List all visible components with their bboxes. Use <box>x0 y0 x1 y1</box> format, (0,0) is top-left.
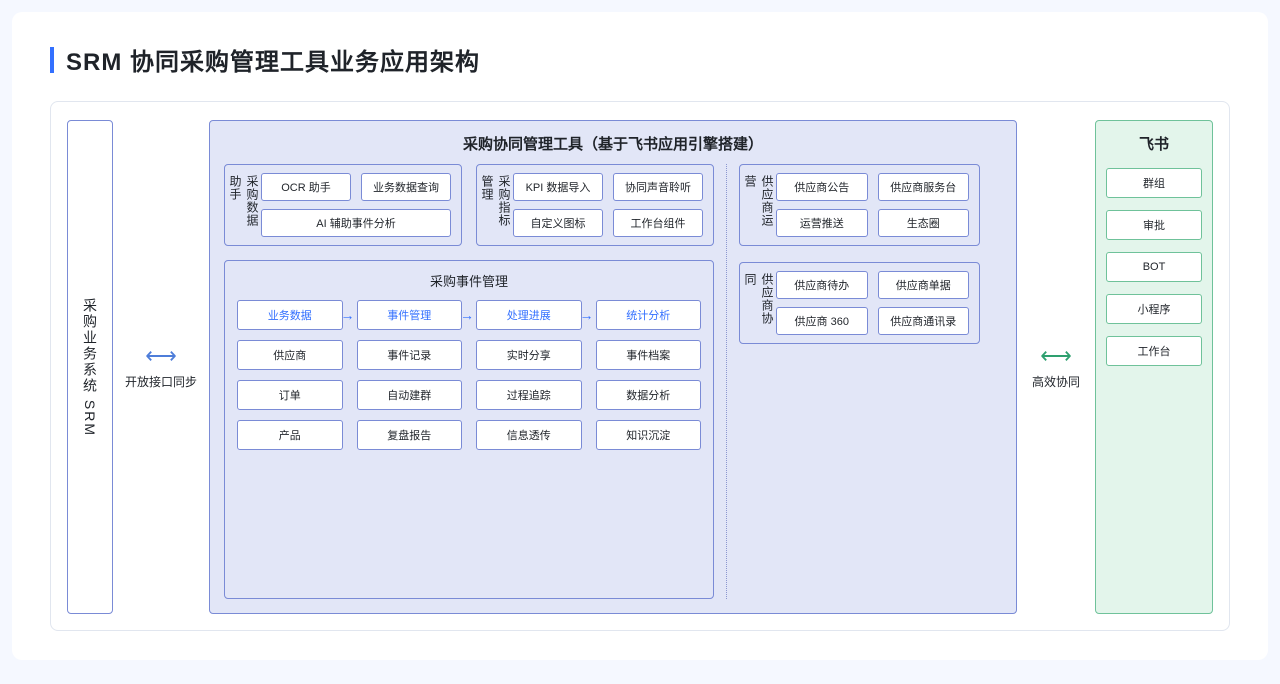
center-right-column: 供应商运营 供应商公告 供应商服务台 运营推送 生态圈 <box>726 164 980 599</box>
page-title: SRM 协同采购管理工具业务应用架构 <box>66 42 480 77</box>
flow-event-mgmt: 事件管理→ <box>357 300 463 330</box>
metric-grid: KPI 数据导入 协同声音聆听 自定义图标 工作台组件 <box>505 173 703 237</box>
center-body: 采购数据助手 OCR 助手 业务数据查询 AI 辅助事件分析 <box>224 164 1002 599</box>
arrow-right-icon: → <box>580 307 594 323</box>
srm-label: 采购业务系统 SRM <box>80 298 100 437</box>
flow-bizdata: 业务数据→ <box>237 300 343 330</box>
bidirectional-arrow-icon: ⟷ <box>145 345 177 367</box>
supplier-collab-grid: 供应商待办 供应商单据 供应商 360 供应商通讯录 <box>768 271 969 335</box>
feishu-items: 群组 审批 BOT 小程序 工作台 <box>1106 168 1202 366</box>
supplier-collab-label-wrap: 供应商协同 <box>750 271 768 335</box>
cell-supplier-doc: 供应商单据 <box>878 271 970 299</box>
evt-record: 事件记录 <box>357 340 463 370</box>
flow-progress: 处理进展→ <box>476 300 582 330</box>
feishu-panel: 飞书 群组 审批 BOT 小程序 工作台 <box>1095 120 1213 614</box>
evt-data-analysis: 数据分析 <box>596 380 702 410</box>
arrow-right-icon: → <box>460 307 474 323</box>
cell-supplier-360: 供应商 360 <box>776 307 868 335</box>
cell-custom-icon: 自定义图标 <box>513 209 603 237</box>
evt-supplier: 供应商 <box>237 340 343 370</box>
evt-review: 复盘报告 <box>357 420 463 450</box>
cell-bizdata-query: 业务数据查询 <box>361 173 451 201</box>
cell-supplier-todo: 供应商待办 <box>776 271 868 299</box>
feishu-item-workbench: 工作台 <box>1106 336 1202 366</box>
center-title: 采购协同管理工具（基于飞书应用引擎搭建） <box>224 133 1002 154</box>
supplier-ops-box: 供应商运营 供应商公告 供应商服务台 运营推送 生态圈 <box>739 164 980 246</box>
evt-product: 产品 <box>237 420 343 450</box>
procurement-tool-panel: 采购协同管理工具（基于飞书应用引擎搭建） 采购数据助手 OCR 助手 <box>209 120 1017 614</box>
evt-tracking: 过程追踪 <box>476 380 582 410</box>
event-grid: 业务数据→ 事件管理→ 处理进展→ 统计分析 供应商 事件记录 实时分享 事件档… <box>237 300 701 450</box>
evt-share: 实时分享 <box>476 340 582 370</box>
arrow-right-icon: → <box>341 307 355 323</box>
cell-ops-push: 运营推送 <box>776 209 868 237</box>
cell-kpi-import: KPI 数据导入 <box>513 173 603 201</box>
cell-supplier-announce: 供应商公告 <box>776 173 868 201</box>
title-row: SRM 协同采购管理工具业务应用架构 <box>50 42 1230 77</box>
center-left-column: 采购数据助手 OCR 助手 业务数据查询 AI 辅助事件分析 <box>224 164 714 599</box>
top-subbox-row: 采购数据助手 OCR 助手 业务数据查询 AI 辅助事件分析 <box>224 164 714 246</box>
cell-ocr: OCR 助手 <box>261 173 351 201</box>
evt-info-relay: 信息透传 <box>476 420 582 450</box>
feishu-title: 飞书 <box>1139 133 1169 154</box>
connector-right-label: 高效协同 <box>1032 373 1080 390</box>
connector-right: ⟷ 高效协同 <box>1021 120 1091 614</box>
connector-left: ⟷ 开放接口同步 <box>117 120 205 614</box>
feishu-item-bot: BOT <box>1106 252 1202 282</box>
supplier-collab-box: 供应商协同 供应商待办 供应商单据 供应商 360 供应商通讯录 <box>739 262 980 344</box>
diagram-container: 采购业务系统 SRM ⟷ 开放接口同步 采购协同管理工具（基于飞书应用引擎搭建）… <box>50 101 1230 631</box>
srm-system-box: 采购业务系统 SRM <box>67 120 113 614</box>
supplier-ops-grid: 供应商公告 供应商服务台 运营推送 生态圈 <box>768 173 969 237</box>
event-title: 采购事件管理 <box>237 271 701 290</box>
data-helper-grid: OCR 助手 业务数据查询 AI 辅助事件分析 <box>253 173 451 237</box>
cell-voice-listen: 协同声音聆听 <box>613 173 703 201</box>
architecture-slide: SRM 协同采购管理工具业务应用架构 采购业务系统 SRM ⟷ 开放接口同步 采… <box>12 12 1268 660</box>
cell-supplier-helpdesk: 供应商服务台 <box>878 173 970 201</box>
evt-order: 订单 <box>237 380 343 410</box>
evt-knowledge: 知识沉淀 <box>596 420 702 450</box>
metric-box: 采购指标管理 KPI 数据导入 协同声音聆听 自定义图标 工作台组件 <box>476 164 714 246</box>
event-mgmt-box: 采购事件管理 业务数据→ 事件管理→ 处理进展→ 统计分析 供应商 事件记录 实… <box>224 260 714 599</box>
supplier-ops-label-wrap: 供应商运营 <box>750 173 768 237</box>
cell-workbench-widget: 工作台组件 <box>613 209 703 237</box>
cell-ecosystem: 生态圈 <box>878 209 970 237</box>
evt-autogroup: 自动建群 <box>357 380 463 410</box>
flow-stats: 统计分析 <box>596 300 702 330</box>
metric-label-wrap: 采购指标管理 <box>487 173 505 237</box>
feishu-item-miniapp: 小程序 <box>1106 294 1202 324</box>
cell-ai-analysis: AI 辅助事件分析 <box>261 209 451 237</box>
cell-supplier-contacts: 供应商通讯录 <box>878 307 970 335</box>
bidirectional-arrow-icon: ⟷ <box>1040 345 1072 367</box>
data-helper-box: 采购数据助手 OCR 助手 业务数据查询 AI 辅助事件分析 <box>224 164 462 246</box>
connector-left-label: 开放接口同步 <box>125 373 197 390</box>
evt-archive: 事件档案 <box>596 340 702 370</box>
title-accent-bar <box>50 47 54 73</box>
data-helper-label-wrap: 采购数据助手 <box>235 173 253 237</box>
feishu-item-approval: 审批 <box>1106 210 1202 240</box>
feishu-item-group: 群组 <box>1106 168 1202 198</box>
